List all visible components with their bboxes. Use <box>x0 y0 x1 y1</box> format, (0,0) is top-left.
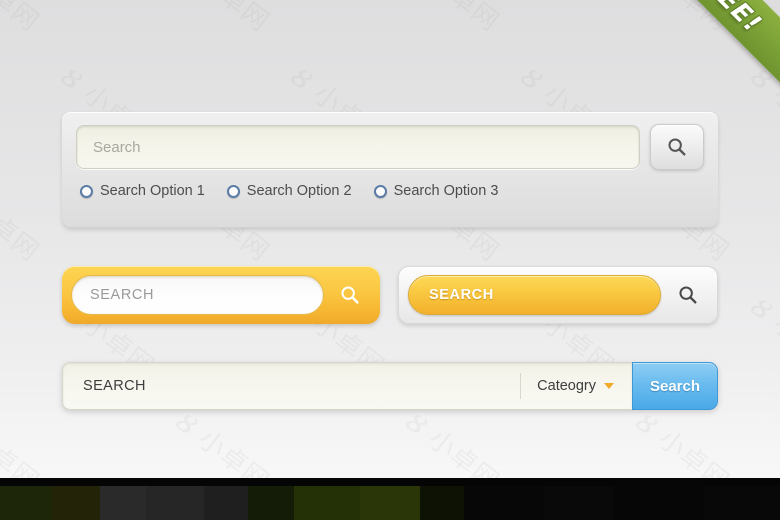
category-search-field: SEARCH Cateogry <box>62 362 632 410</box>
yellow-search-input-value: SEARCH <box>90 287 155 303</box>
magnifier-icon <box>341 286 359 304</box>
bottom-strip <box>0 478 780 520</box>
strip-block <box>146 486 204 520</box>
search-option-2[interactable]: Search Option 2 <box>226 183 352 199</box>
category-search-input[interactable]: SEARCH <box>83 378 520 394</box>
yellow-search-input[interactable]: SEARCH <box>71 275 324 315</box>
gold-search-button[interactable] <box>665 273 711 317</box>
strip-block <box>614 486 704 520</box>
radio-icon[interactable] <box>80 184 93 198</box>
category-search-bar: SEARCH Cateogry Search <box>62 362 718 410</box>
search-option-3[interactable]: Search Option 3 <box>373 183 499 199</box>
search-options-group: Search Option 1 Search Option 2 Search O… <box>76 183 704 199</box>
basic-search-row: Search <box>76 124 704 170</box>
search-option-1[interactable]: Search Option 1 <box>80 183 205 199</box>
category-search-button[interactable]: Search <box>632 362 718 410</box>
watermark-text: ᴕ 小卓网 <box>169 0 279 39</box>
free-ribbon: FREE! <box>622 0 780 102</box>
radio-icon[interactable] <box>226 184 240 198</box>
watermark-layer: ᴕ 小卓网ᴕ 小卓网ᴕ 小卓网ᴕ 小卓网ᴕ 小卓网ᴕ 小卓网ᴕ 小卓网ᴕ 小卓网… <box>0 0 780 520</box>
yellow-search-button[interactable] <box>328 273 372 317</box>
search-input[interactable]: Search <box>76 125 640 169</box>
search-option-3-label: Search Option 3 <box>393 183 499 199</box>
basic-search-panel: Search Search Option 1 Search Option 2 S… <box>62 112 718 228</box>
watermark-text: ᴕ 小卓网 <box>0 194 45 268</box>
screenshot-canvas: ᴕ 小卓网ᴕ 小卓网ᴕ 小卓网ᴕ 小卓网ᴕ 小卓网ᴕ 小卓网ᴕ 小卓网ᴕ 小卓网… <box>0 0 780 520</box>
gold-search-bar: SEARCH <box>398 266 718 324</box>
strip-block <box>294 486 360 520</box>
chevron-down-icon <box>604 383 614 389</box>
strip-block <box>544 486 614 520</box>
strip-block <box>100 486 146 520</box>
strip-block <box>52 486 100 520</box>
yellow-search-bar: SEARCH <box>62 266 380 324</box>
free-ribbon-label: FREE! <box>686 0 768 38</box>
category-search-button-label: Search <box>649 377 701 395</box>
magnifier-icon <box>668 138 686 156</box>
watermark-text: ᴕ 小卓网 <box>0 0 49 39</box>
strip-block <box>704 486 780 520</box>
strip-block <box>420 486 464 520</box>
search-input-placeholder: Search <box>93 138 141 156</box>
watermark-text: ᴕ 小卓网 <box>399 0 509 39</box>
radio-icon[interactable] <box>373 184 387 198</box>
strip-block <box>248 486 294 520</box>
gold-search-input-value: SEARCH <box>429 287 494 303</box>
category-dropdown-label: Cateogry <box>537 378 596 394</box>
search-option-1-label: Search Option 1 <box>100 183 205 199</box>
strip-block <box>0 486 52 520</box>
search-button[interactable] <box>650 124 704 170</box>
strip-block <box>204 486 248 520</box>
gold-search-input[interactable]: SEARCH <box>408 275 661 315</box>
strip-block <box>360 486 420 520</box>
strip-block <box>464 486 544 520</box>
watermark-text: ᴕ 小卓网 <box>744 285 780 383</box>
category-dropdown[interactable]: Cateogry <box>520 373 632 399</box>
magnifier-icon <box>679 286 697 304</box>
search-option-2-label: Search Option 2 <box>246 183 352 199</box>
